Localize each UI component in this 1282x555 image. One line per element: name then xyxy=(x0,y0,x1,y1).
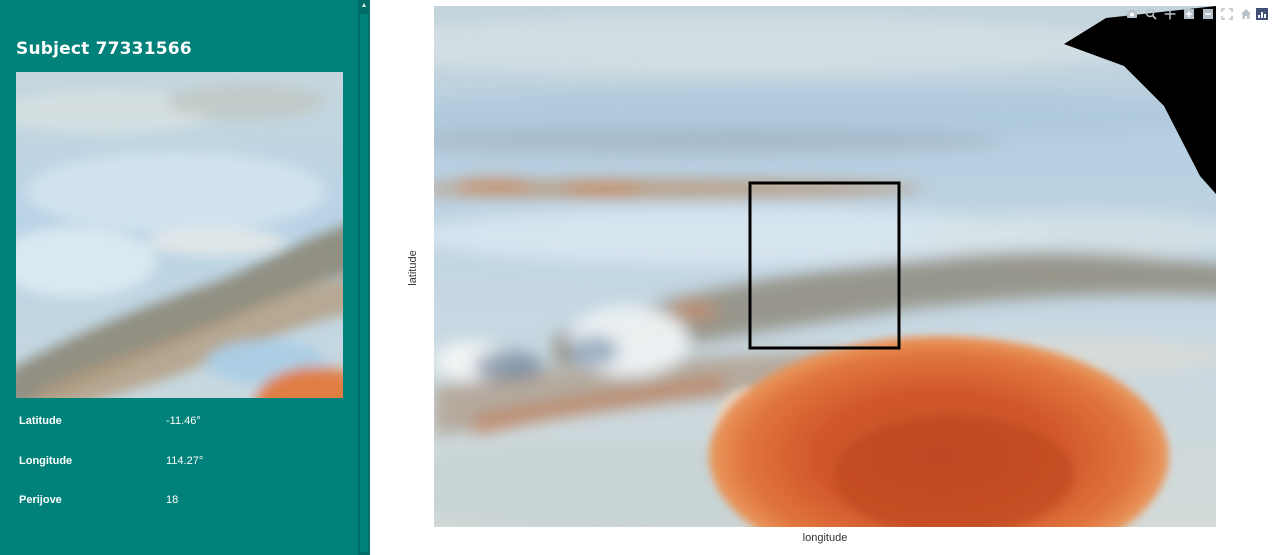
plotly-logo-icon[interactable] xyxy=(1256,8,1268,20)
longitude-label: Longitude xyxy=(19,455,73,467)
scroll-thumb[interactable] xyxy=(360,14,368,552)
latitude-row: Latitude -11.46° xyxy=(19,415,349,435)
y-axis-title: latitude xyxy=(407,250,419,286)
zoom-icon[interactable] xyxy=(1143,6,1159,22)
zoom-in-icon[interactable] xyxy=(1181,6,1197,22)
subject-thumbnail xyxy=(16,72,343,398)
jupiter-map-plot[interactable] xyxy=(434,6,1216,527)
perijove-value: 18 xyxy=(166,494,179,506)
pan-icon[interactable] xyxy=(1162,6,1178,22)
perijove-row: Perijove 18 xyxy=(19,494,349,514)
plot-modebar xyxy=(1124,6,1254,22)
latitude-label: Latitude xyxy=(19,415,62,427)
x-axis-title: longitude xyxy=(802,532,848,544)
latitude-value: -11.46° xyxy=(166,415,201,427)
subject-sidebar: Subject 77331566 Latitude -11.46° Longit… xyxy=(0,0,358,555)
autoscale-icon[interactable] xyxy=(1219,6,1235,22)
camera-icon[interactable] xyxy=(1124,6,1140,22)
jupiter-map-image xyxy=(434,6,1216,527)
longitude-row: Longitude 114.27° xyxy=(19,455,349,475)
sidebar-scrollbar[interactable]: ▲ xyxy=(358,0,370,555)
subject-title: Subject 77331566 xyxy=(16,39,192,59)
scroll-up-icon[interactable]: ▲ xyxy=(358,0,370,12)
perijove-label: Perijove xyxy=(19,494,62,506)
zoom-out-icon[interactable] xyxy=(1200,6,1216,22)
home-icon[interactable] xyxy=(1238,6,1254,22)
longitude-value: 114.27° xyxy=(166,455,204,467)
